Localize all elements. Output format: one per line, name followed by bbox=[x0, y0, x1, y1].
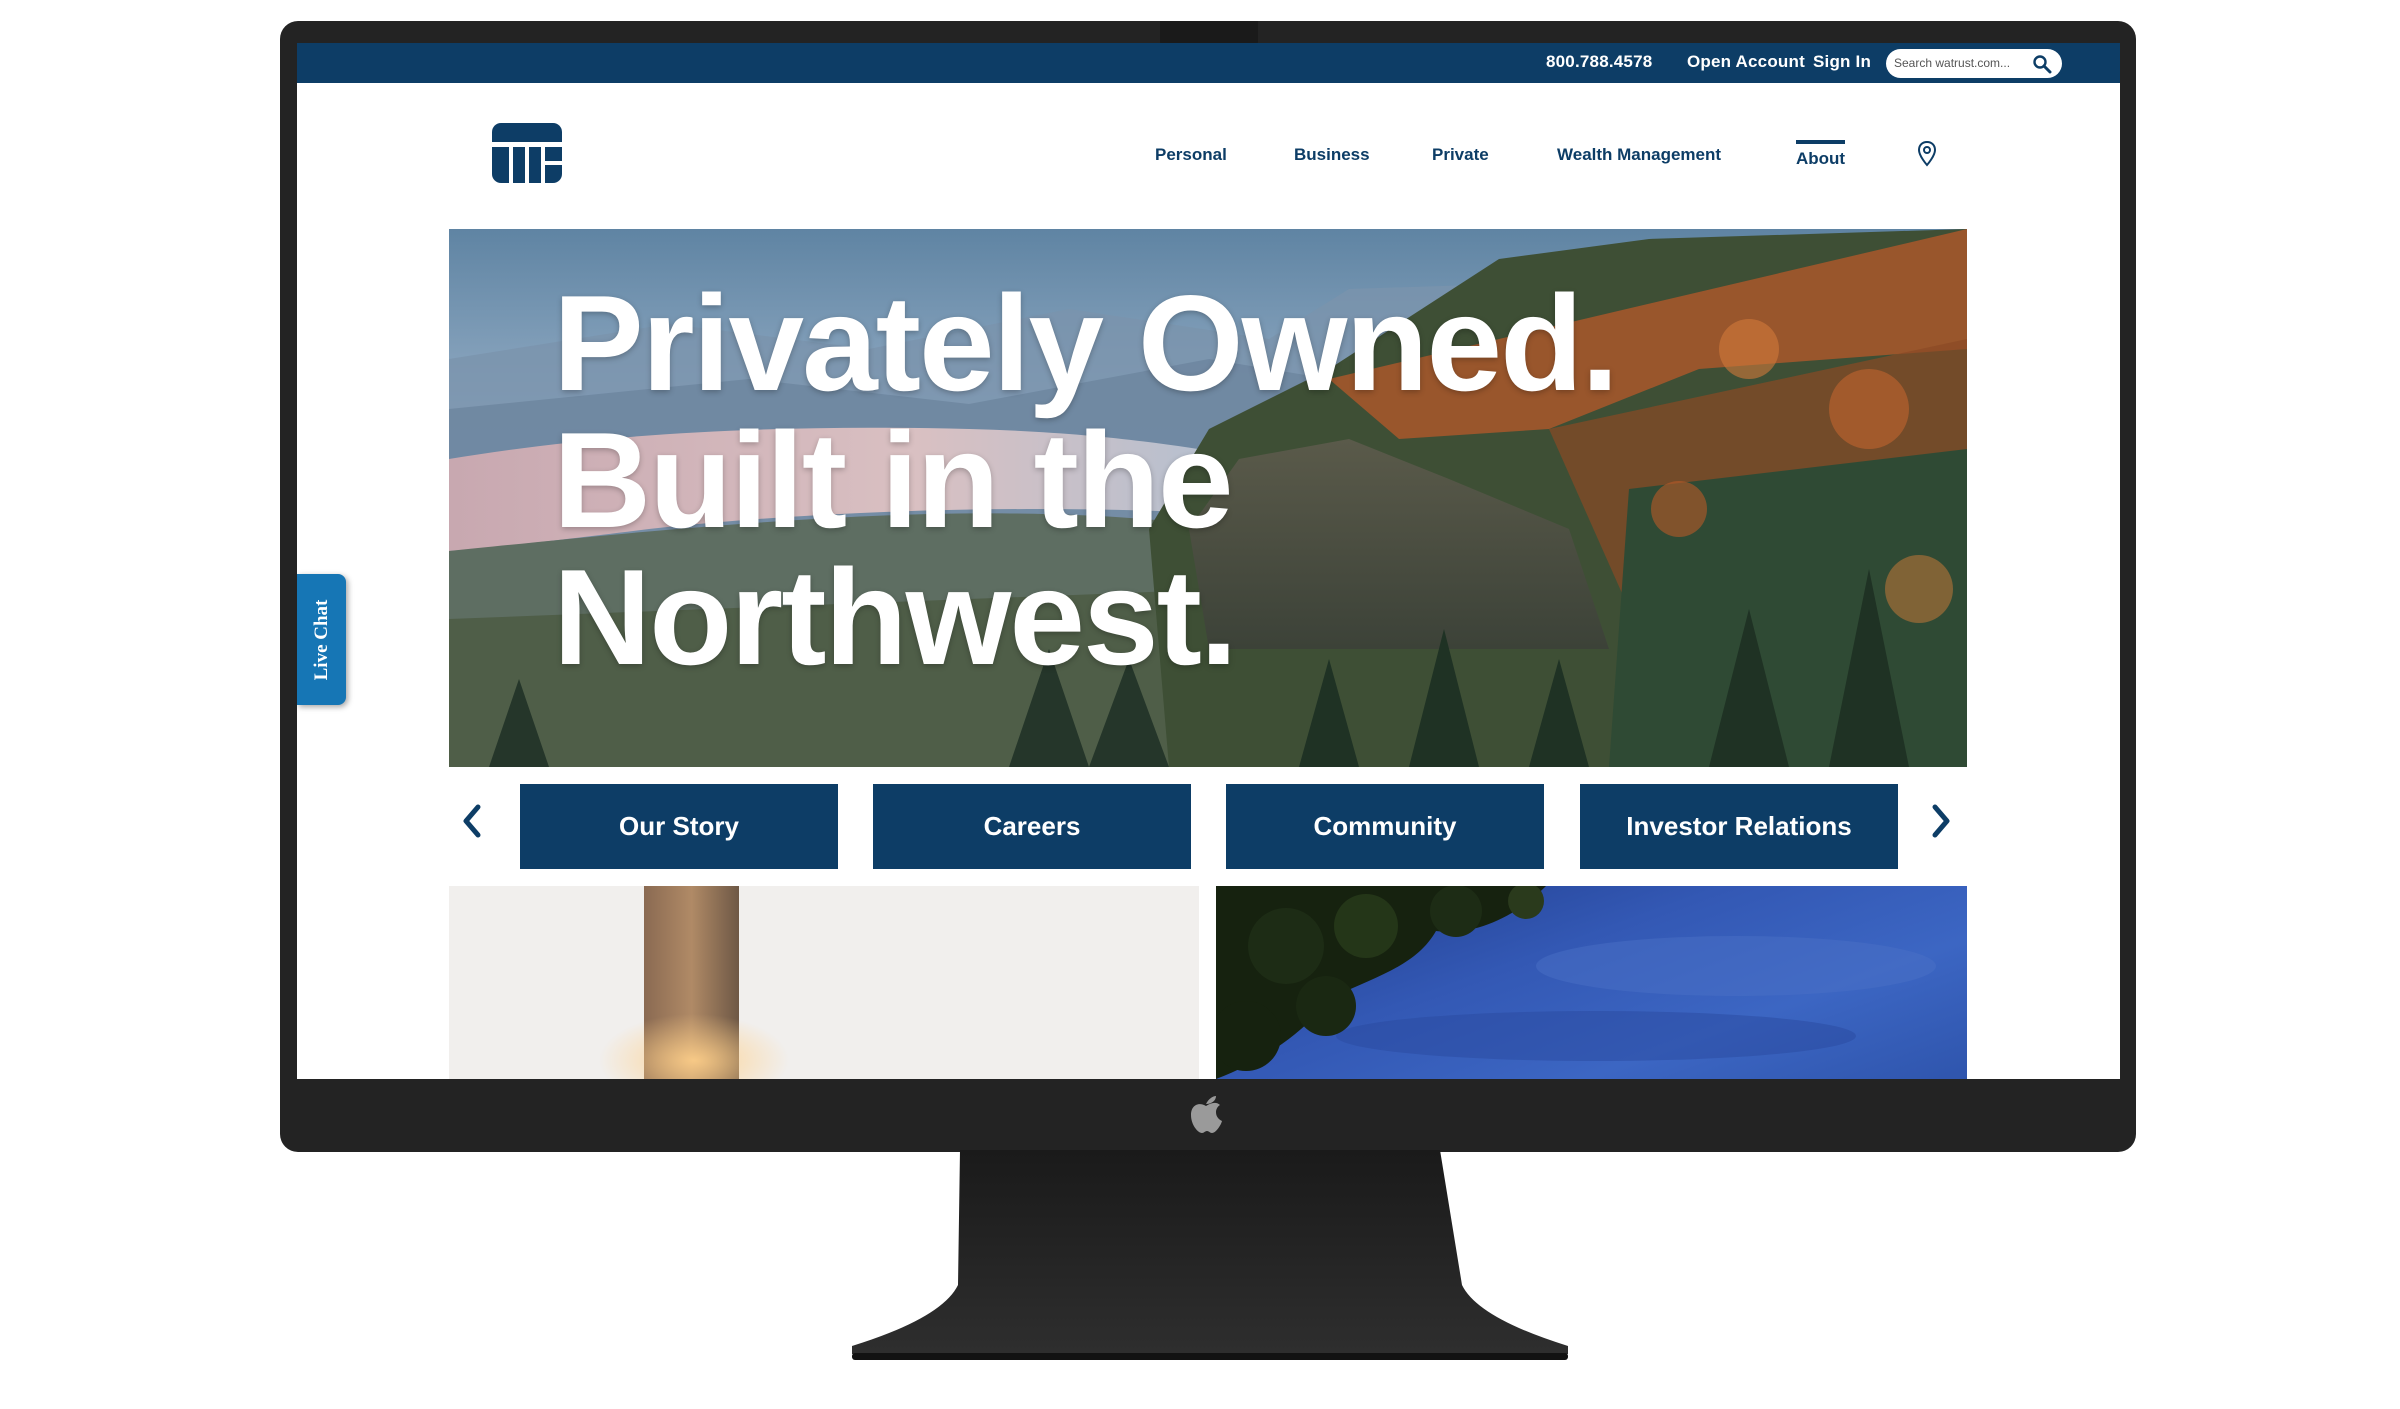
tile-community[interactable]: Community bbox=[1226, 784, 1544, 869]
search-box bbox=[1886, 49, 2062, 78]
live-chat-label: Live Chat bbox=[310, 599, 332, 680]
tree-sky-image bbox=[1216, 886, 1936, 1079]
hero-banner: Privately Owned. Built in the Northwest. bbox=[449, 229, 1967, 767]
hero-headline: Privately Owned. Built in the Northwest. bbox=[553, 267, 1619, 693]
live-chat-tab[interactable]: Live Chat bbox=[297, 574, 346, 705]
nav-private[interactable]: Private bbox=[1432, 145, 1489, 165]
apple-logo-icon bbox=[1191, 1096, 1222, 1133]
tile-investor-relations[interactable]: Investor Relations bbox=[1580, 784, 1898, 869]
open-account-link[interactable]: Open Account bbox=[1687, 52, 1805, 72]
nav-business[interactable]: Business bbox=[1294, 145, 1370, 165]
map-pin-icon[interactable] bbox=[1917, 140, 1937, 168]
nav-personal[interactable]: Personal bbox=[1155, 145, 1227, 165]
nav-about[interactable]: About bbox=[1796, 140, 1846, 169]
sign-in-link[interactable]: Sign In bbox=[1813, 52, 1871, 72]
pillar-image bbox=[599, 886, 789, 1079]
utility-bar: 800.788.4578 Open Account Sign In bbox=[297, 43, 2120, 83]
website-screen: 800.788.4578 Open Account Sign In Person… bbox=[297, 43, 2120, 1079]
chevron-right-icon[interactable] bbox=[1929, 803, 1953, 839]
bank-logo[interactable] bbox=[492, 123, 562, 183]
tile-careers[interactable]: Careers bbox=[873, 784, 1191, 869]
feature-card-image-left[interactable] bbox=[449, 886, 1199, 1079]
chevron-left-icon[interactable] bbox=[460, 803, 484, 839]
tile-our-story[interactable]: Our Story bbox=[520, 784, 838, 869]
search-icon[interactable] bbox=[2032, 54, 2052, 74]
monitor-stand bbox=[852, 1150, 1568, 1360]
feature-card-image-right[interactable] bbox=[1216, 886, 1967, 1079]
phone-number[interactable]: 800.788.4578 bbox=[1546, 52, 1652, 72]
search-input[interactable] bbox=[1894, 53, 2029, 73]
nav-wealth-management[interactable]: Wealth Management bbox=[1557, 145, 1721, 165]
